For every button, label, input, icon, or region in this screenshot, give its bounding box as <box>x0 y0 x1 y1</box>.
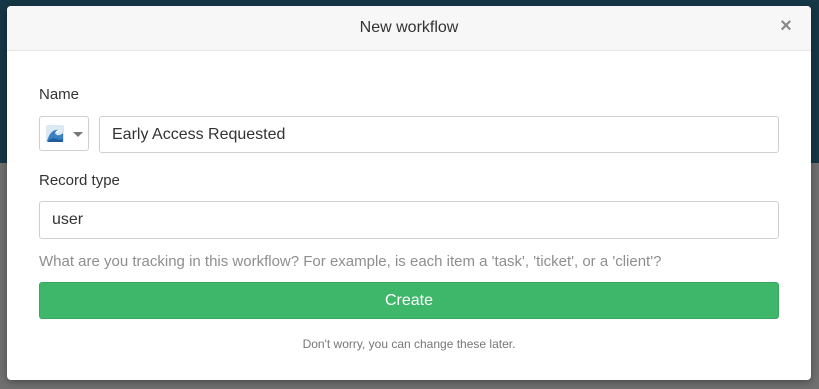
dialog-title: New workflow <box>359 19 459 36</box>
change-later-note: Don't worry, you can change these later. <box>302 337 516 351</box>
workflow-name-input[interactable] <box>99 116 779 153</box>
chevron-down-icon <box>73 132 83 137</box>
wave-emoji-icon <box>46 125 64 142</box>
record-type-input[interactable] <box>39 201 779 239</box>
name-label: Name <box>39 86 80 103</box>
close-icon[interactable]: × <box>778 16 794 36</box>
new-workflow-dialog: New workflow × Name Record type What are… <box>7 6 811 380</box>
dialog-header: New workflow × <box>7 6 811 51</box>
emoji-picker-button[interactable] <box>39 116 89 151</box>
create-button[interactable]: Create <box>39 282 779 319</box>
record-type-help-text: What are you tracking in this workflow? … <box>39 253 662 270</box>
record-type-label: Record type <box>39 172 120 189</box>
